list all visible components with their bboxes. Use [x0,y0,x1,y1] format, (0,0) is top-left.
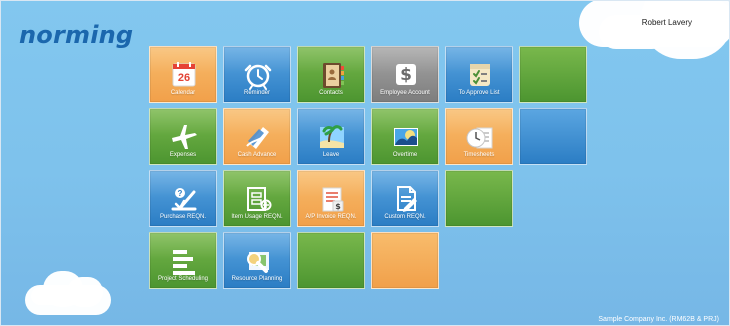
svg-text:$: $ [335,202,341,211]
project-scheduling-tile[interactable]: Project Scheduling [149,232,217,289]
resource-planning-icon [242,245,274,277]
employee-account-tile[interactable]: $ Employee Account [371,46,439,103]
to-approve-list-tile[interactable]: To Approve List [445,46,513,103]
expenses-label: Expenses [169,152,197,158]
company-footer: Sample Company Inc. (RM62B & PRJ) [598,316,719,323]
item-usage-reqn-label: Item Usage REQN. [231,214,283,220]
leave-tile[interactable]: Leave [297,108,365,165]
reminder-label: Reminder [243,90,270,96]
app-tile-grid: 26 Calendar Reminder Contacts $ Employee… [149,46,587,289]
cash-advance-label: Cash Advance [237,152,277,158]
beach-icon [316,121,348,153]
reminder-tile[interactable]: Reminder [223,46,291,103]
item-usage-icon [242,183,274,215]
airplane-icon [168,121,200,153]
custom-request-icon [390,183,422,215]
norming-logo: norming [19,21,134,49]
empty-tile-row-1 [519,46,587,103]
resource-planning-label: Resource Planning [231,276,283,282]
cash-advance-tile[interactable]: Cash Advance [223,108,291,165]
contacts-tile[interactable]: Contacts [297,46,365,103]
address-book-icon [316,59,348,91]
employee-account-label: Employee Account [380,90,430,96]
svg-text:?: ? [178,189,183,198]
resource-planning-tile[interactable]: Resource Planning [223,232,291,289]
user-name[interactable]: Robert Lavery [642,18,692,27]
item-usage-reqn-tile[interactable]: Item Usage REQN. [223,170,291,227]
empty-tile-row-4-a [297,232,365,289]
cash-advance-icon [242,121,274,153]
purchase-request-icon: ? [168,183,200,215]
invoice-icon: $ [316,183,348,215]
timesheets-tile[interactable]: Timesheets [445,108,513,165]
calendar-icon: 26 [168,59,200,91]
dollar-icon: $ [390,59,422,91]
empty-tile-row-3 [445,170,513,227]
overtime-label: Overtime [392,152,418,158]
project-scheduling-icon [168,245,200,277]
project-scheduling-label: Project Scheduling [157,276,209,282]
leave-label: Leave [322,152,340,158]
custom-reqn-tile[interactable]: Custom REQN. [371,170,439,227]
custom-reqn-label: Custom REQN. [384,214,426,220]
expenses-tile[interactable]: Expenses [149,108,217,165]
empty-tile-row-2 [519,108,587,165]
overtime-icon [390,121,422,153]
home-screen: norming Robert Lavery 26 Calendar Remind… [0,0,730,326]
purchase-reqn-label: Purchase REQN. [159,214,207,220]
empty-tile-row-4-b [371,232,439,289]
calendar-tile[interactable]: 26 Calendar [149,46,217,103]
purchase-reqn-tile[interactable]: ? Purchase REQN. [149,170,217,227]
ap-invoice-reqn-label: A/P Invoice REQN. [305,214,357,220]
timesheets-icon [464,121,496,153]
contacts-label: Contacts [319,90,343,96]
ap-invoice-reqn-tile[interactable]: $ A/P Invoice REQN. [297,170,365,227]
bottom-left-cloud-part [31,287,83,305]
top-right-cloud-part [697,5,729,41]
calendar-label: Calendar [170,90,196,96]
svg-text:$: $ [400,65,412,85]
alarm-clock-icon [242,59,274,91]
timesheets-label: Timesheets [463,152,495,158]
to-approve-list-label: To Approve List [458,90,500,96]
overtime-tile[interactable]: Overtime [371,108,439,165]
calendar-day: 26 [178,72,190,84]
approval-list-icon [464,59,496,91]
